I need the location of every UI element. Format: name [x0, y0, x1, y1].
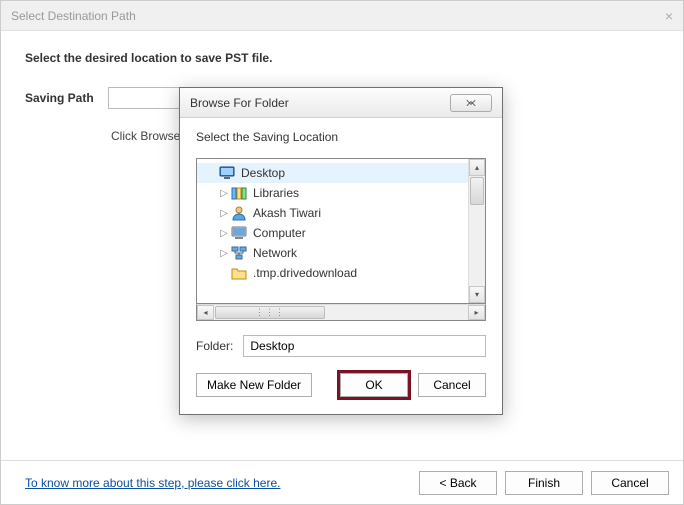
- tree-item-label: Akash Tiwari: [253, 206, 321, 220]
- scroll-down-icon[interactable]: ▾: [469, 286, 485, 303]
- monitor-icon: [219, 165, 235, 181]
- window-title: Select Destination Path: [11, 9, 136, 23]
- horizontal-scrollbar[interactable]: ◂ ⋮⋮⋮ ▸: [196, 304, 486, 321]
- saving-path-label: Saving Path: [25, 91, 94, 105]
- instruction-text: Select the desired location to save PST …: [25, 51, 659, 65]
- expand-icon[interactable]: ▷: [219, 228, 229, 239]
- scroll-thumb[interactable]: [470, 177, 484, 205]
- close-icon[interactable]: ×: [665, 8, 673, 24]
- dialog-title: Browse For Folder: [190, 96, 289, 110]
- expand-icon[interactable]: ▷: [219, 248, 229, 259]
- tree-item[interactable]: ▷ Computer: [197, 223, 468, 243]
- close-icon: [464, 98, 478, 108]
- tree-item[interactable]: ▷ Akash Tiwari: [197, 203, 468, 223]
- make-new-folder-button[interactable]: Make New Folder: [196, 373, 312, 397]
- browse-folder-dialog: Browse For Folder Select the Saving Loca…: [179, 87, 503, 415]
- vertical-scrollbar[interactable]: ▴ ▾: [468, 159, 485, 303]
- help-link[interactable]: To know more about this step, please cli…: [25, 476, 280, 490]
- tree-item-label: Libraries: [253, 186, 299, 200]
- folder-row: Folder:: [196, 335, 486, 357]
- expand-icon[interactable]: ▷: [219, 208, 229, 219]
- footer-bar: To know more about this step, please cli…: [1, 460, 683, 504]
- folder-label: Folder:: [196, 339, 233, 353]
- tree-item-label: Desktop: [241, 166, 285, 180]
- tree-item[interactable]: ▷ Network: [197, 243, 468, 263]
- dialog-close-button[interactable]: [450, 94, 492, 112]
- tree-item[interactable]: Desktop: [197, 163, 468, 183]
- folder-tree-list[interactable]: Desktop▷Libraries▷Akash Tiwari▷Computer▷…: [197, 159, 468, 303]
- computer-icon: [231, 225, 247, 241]
- tree-item-label: Computer: [253, 226, 306, 240]
- scroll-up-icon[interactable]: ▴: [469, 159, 485, 176]
- cancel-button[interactable]: Cancel: [591, 471, 669, 495]
- dialog-cancel-button[interactable]: Cancel: [418, 373, 486, 397]
- network-icon: [231, 245, 247, 261]
- folder-tree: Desktop▷Libraries▷Akash Tiwari▷Computer▷…: [196, 158, 486, 304]
- expand-icon[interactable]: ▷: [219, 188, 229, 199]
- scroll-left-icon[interactable]: ◂: [197, 305, 214, 320]
- tree-item[interactable]: ▷ Libraries: [197, 183, 468, 203]
- folder-icon: [231, 265, 247, 281]
- libraries-icon: [231, 185, 247, 201]
- dialog-message: Select the Saving Location: [196, 130, 486, 144]
- window-titlebar: Select Destination Path ×: [1, 1, 683, 31]
- back-button[interactable]: < Back: [419, 471, 497, 495]
- folder-input[interactable]: [243, 335, 486, 357]
- dialog-titlebar: Browse For Folder: [180, 88, 502, 118]
- scroll-right-icon[interactable]: ▸: [468, 305, 485, 320]
- tree-item-label: Network: [253, 246, 297, 260]
- ok-button[interactable]: OK: [340, 373, 408, 397]
- finish-button[interactable]: Finish: [505, 471, 583, 495]
- tree-item-label: .tmp.drivedownload: [253, 266, 357, 280]
- dialog-button-row: Make New Folder OK Cancel: [196, 373, 486, 397]
- hscroll-thumb[interactable]: ⋮⋮⋮: [215, 306, 325, 319]
- tree-item[interactable]: .tmp.drivedownload: [197, 263, 468, 283]
- user-icon: [231, 205, 247, 221]
